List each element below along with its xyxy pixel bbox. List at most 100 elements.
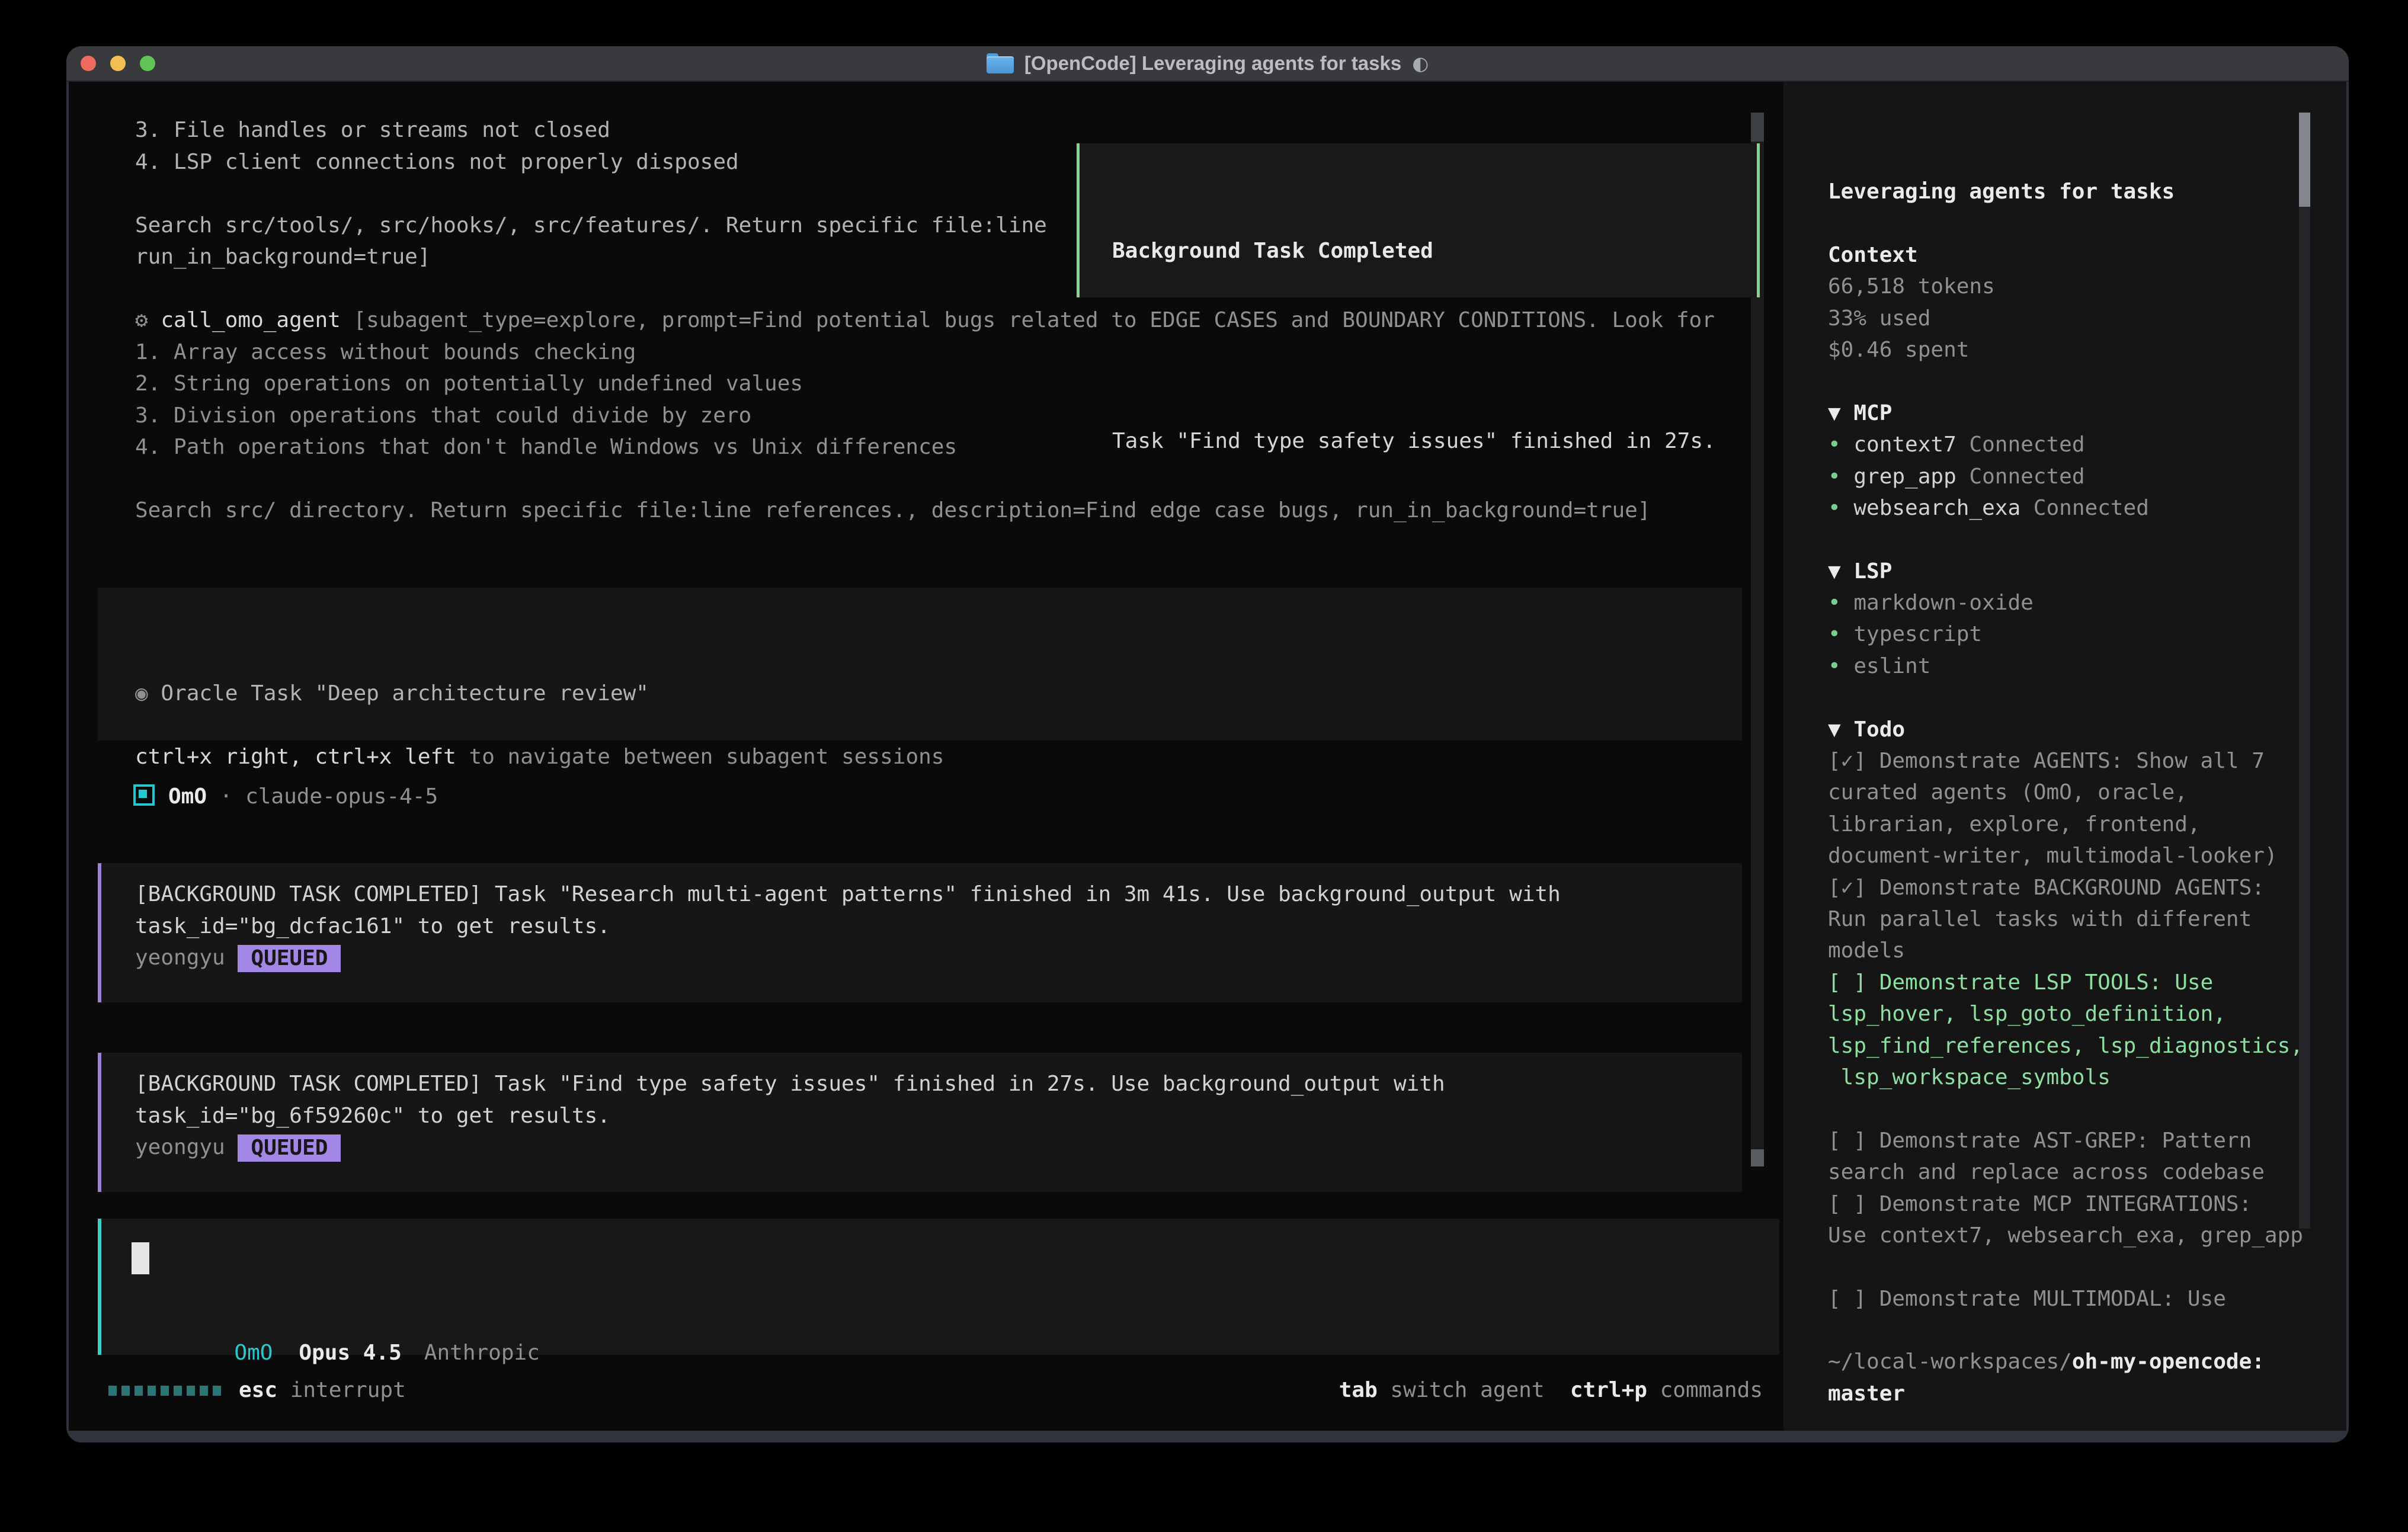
sidebar-scrollbar-thumb[interactable] <box>2299 113 2310 207</box>
text-segment: claude-opus-4-5 <box>245 784 438 809</box>
status-dot-icon: • <box>1828 432 1853 457</box>
text-segment: ctrl+p <box>1570 1378 1647 1402</box>
git-branch: master <box>1828 1378 2346 1409</box>
text-segment: curated agents (OmO, oracle, <box>1828 780 2188 805</box>
text-segment: markdown-oxide <box>1853 591 2033 615</box>
text-segment: [✓] Demonstrate BACKGROUND AGENTS: <box>1828 876 2265 900</box>
text-segment: interrupt <box>277 1378 406 1402</box>
text-segment: 4. Path operations that don't handle Win… <box>135 435 957 459</box>
spinner-dot <box>121 1386 130 1396</box>
spinner-dot <box>174 1386 182 1396</box>
todo-item: librarian, explore, frontend, <box>1828 809 2346 840</box>
session-title: Leveraging agents for tasks <box>1828 176 2346 207</box>
context-heading: Context <box>1828 239 2346 271</box>
todo-item-active: lsp_workspace_symbols <box>1828 1062 2346 1093</box>
main-scrollbar-thumb-top[interactable] <box>1751 113 1764 142</box>
message-meta-row: yeongyu QUEUED <box>135 942 1742 974</box>
text-segment: 66,518 tokens <box>1828 274 1995 299</box>
text-segment: MCP <box>1853 401 1892 425</box>
subagent-session-header[interactable]: OmO · claude-opus-4-5 <box>133 781 438 813</box>
todo-item: Use context7, websearch_exa, grep_app <box>1828 1220 2346 1251</box>
message-line: task_id="bg_dcfac161" to get results. <box>135 911 1742 943</box>
text-segment: grep_app <box>1853 464 1956 489</box>
todo-item: [ ] Demonstrate MULTIMODAL: Use <box>1828 1283 2346 1315</box>
text-segment: esc <box>239 1378 277 1402</box>
prompt-input[interactable]: OmOOpus 4.5Anthropic <box>98 1219 1779 1355</box>
text-segment: LSP <box>1853 559 1892 584</box>
status-dot-icon: • <box>1828 464 1853 489</box>
minimize-button[interactable] <box>110 56 126 71</box>
close-button[interactable] <box>81 56 96 71</box>
text-segment: eslint <box>1853 654 1930 678</box>
status-dot-icon: • <box>1828 654 1853 678</box>
sidebar-line <box>1828 1093 2346 1124</box>
sidebar-scrollbar[interactable] <box>2299 113 2310 1229</box>
esc-interrupt-hint: esc interrupt <box>239 1374 406 1406</box>
text-segment: document-writer, multimodal-looker) <box>1828 844 2278 868</box>
sidebar-line <box>1828 207 2346 239</box>
status-bar: esc interrupt tab switch agent ctrl+p co… <box>108 1374 1763 1406</box>
text-segment: Context <box>1828 243 1918 267</box>
text-segment: [ ] Demonstrate LSP TOOLS: Use <box>1828 970 2213 995</box>
message-line: [BACKGROUND TASK COMPLETED] Task "Resear… <box>135 879 1742 911</box>
titlebar[interactable]: [OpenCode] Leveraging agents for tasks ◐ <box>66 46 2349 82</box>
gear-icon: ⚙ <box>135 308 161 332</box>
text-segment: 33% used <box>1828 306 1930 331</box>
model-row: OmOOpus 4.5Anthropic <box>132 1305 540 1337</box>
todo-item: models <box>1828 935 2346 966</box>
text-segment: Oracle Task "Deep architecture review" <box>161 681 649 706</box>
text-segment: [✓] Demonstrate AGENTS: Show all 7 <box>1828 749 2265 773</box>
message-line: [BACKGROUND TASK COMPLETED] Task "Find t… <box>135 1068 1742 1100</box>
todo-item: search and replace across codebase <box>1828 1156 2346 1188</box>
section-lsp[interactable]: ▼ LSP <box>1828 556 2346 587</box>
queued-badge: QUEUED <box>238 945 341 972</box>
text-segment: lsp_workspace_symbols <box>1828 1065 2111 1089</box>
text-segment: Run parallel tasks with different <box>1828 907 2252 931</box>
text-segment: librarian, explore, frontend, <box>1828 812 2201 836</box>
text-segment: to navigate between subagent sessions <box>456 745 944 769</box>
opencode-window: [OpenCode] Leveraging agents for tasks ◐… <box>66 46 2349 1443</box>
workspace-path: ~/local-workspaces/oh-my-opencode: <box>1828 1346 2346 1377</box>
sidebar-line <box>1828 1315 2346 1346</box>
text-segment: commands <box>1647 1378 1763 1402</box>
text-segment: lsp_find_references, lsp_diagnostics, <box>1828 1034 2303 1058</box>
section-mcp[interactable]: ▼ MCP <box>1828 398 2346 429</box>
sidebar-line <box>1828 682 2346 713</box>
text-segment: websearch_exa <box>1853 496 2020 520</box>
status-dot-icon: • <box>1828 591 1853 615</box>
text-segment: Connected <box>2020 496 2149 520</box>
text-segment <box>1545 1378 1570 1402</box>
spinner-dot <box>108 1386 117 1396</box>
spinner-dot <box>161 1386 169 1396</box>
text-segment: Todo <box>1853 717 1905 742</box>
section-todo[interactable]: ▼ Todo <box>1828 714 2346 745</box>
text-segment: call_omo_agent <box>161 308 353 332</box>
main-scrollbar-thumb-bottom[interactable] <box>1751 1149 1764 1166</box>
context-used: 33% used <box>1828 303 2346 334</box>
text-segment: Use context7, websearch_exa, grep_app <box>1828 1223 2303 1248</box>
task-author: yeongyu <box>135 1135 238 1159</box>
mcp-websearch-exa: • websearch_exa Connected <box>1828 492 2346 524</box>
sidebar-line <box>1828 524 2346 555</box>
notification-body: Task "Find type safety issues" finished … <box>1112 425 1757 457</box>
todo-item: [✓] Demonstrate AGENTS: Show all 7 <box>1828 745 2346 777</box>
background-task-message: [BACKGROUND TASK COMPLETED] Task "Find t… <box>98 1053 1742 1192</box>
text-segment: search and replace across codebase <box>1828 1160 2265 1184</box>
model-name[interactable]: Opus 4.5 <box>299 1341 401 1365</box>
background-task-message: [BACKGROUND TASK COMPLETED] Task "Resear… <box>98 863 1742 1002</box>
context-spent: $0.46 spent <box>1828 334 2346 366</box>
active-agent-label[interactable]: OmO <box>234 1341 273 1365</box>
spinner-dot <box>213 1386 221 1396</box>
zoom-button[interactable] <box>140 56 155 71</box>
text-segment: [ ] Demonstrate MULTIMODAL: Use <box>1828 1287 2226 1311</box>
spinner-dot <box>200 1386 208 1396</box>
todo-item-active: lsp_find_references, lsp_diagnostics, <box>1828 1030 2346 1062</box>
text-segment: 4. LSP client connections not properly d… <box>135 150 739 174</box>
collapse-triangle-icon: ▼ <box>1828 717 1853 742</box>
text-segment: 1. Array access without bounds checking <box>135 340 636 364</box>
lsp-typescript: • typescript <box>1828 618 2346 650</box>
text-segment: Connected <box>1956 464 2085 489</box>
session-sidebar: Leveraging agents for tasks Context 66,51… <box>1783 82 2346 1431</box>
collapse-triangle-icon: ▼ <box>1828 559 1853 584</box>
text-segment: context7 <box>1853 432 1956 457</box>
